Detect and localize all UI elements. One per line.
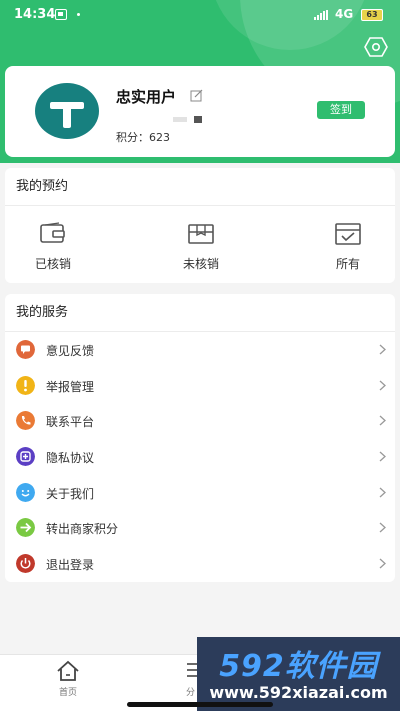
chevron-right-icon: [379, 344, 386, 355]
service-item-report[interactable]: 举报管理: [5, 368, 395, 404]
masked-text: [194, 116, 202, 123]
service-item-about[interactable]: 关于我们: [5, 475, 395, 511]
service-item-transfer-points[interactable]: 转出商家积分: [5, 510, 395, 546]
service-label: 举报管理: [46, 379, 95, 394]
tab-label: 分: [186, 688, 196, 698]
signin-button[interactable]: 签到: [317, 101, 365, 119]
signal-icon: [314, 10, 328, 20]
service-item-feedback[interactable]: 意见反馈: [5, 332, 395, 368]
service-item-logout[interactable]: 退出登录: [5, 546, 395, 582]
watermark-url: www.592xiazai.com: [209, 683, 388, 702]
masked-text: [173, 117, 187, 122]
wallet-icon: [40, 222, 65, 243]
transfer-icon: [16, 518, 35, 538]
chevron-right-icon: [379, 451, 386, 462]
chevron-right-icon: [379, 522, 386, 533]
username: 忠实用户: [116, 88, 177, 106]
booking-section: 我的预约 已核销 未核销 所有: [5, 168, 395, 283]
tab-home[interactable]: 首页: [51, 658, 85, 698]
points-label: 积分：: [116, 131, 149, 144]
booking-item-unredeemed[interactable]: 未核销: [161, 206, 241, 283]
service-label: 关于我们: [46, 486, 95, 501]
calendar-check-icon: [335, 223, 361, 245]
service-label: 隐私协议: [46, 451, 95, 466]
booking-title: 我的预约: [5, 168, 395, 206]
dot-icon: [77, 13, 80, 16]
edit-icon[interactable]: [190, 87, 203, 102]
booking-item-label: 已核销: [34, 257, 71, 271]
box-icon: [188, 224, 214, 244]
booking-item-label: 未核销: [182, 257, 219, 271]
battery-icon: 63: [361, 9, 383, 21]
smile-icon: [16, 482, 35, 502]
booking-item-all[interactable]: 所有: [308, 206, 388, 283]
phone-icon: [16, 411, 35, 431]
avatar[interactable]: [35, 83, 99, 139]
booking-grid: 已核销 未核销 所有: [5, 206, 395, 283]
service-item-contact[interactable]: 联系平台: [5, 403, 395, 439]
network-type: 4G: [335, 7, 354, 21]
tab-label: 首页: [58, 688, 77, 698]
service-label: 联系平台: [46, 415, 95, 430]
report-icon: [16, 375, 35, 395]
privacy-icon: [16, 447, 35, 467]
power-icon: [16, 554, 35, 574]
home-indicator: [127, 702, 273, 707]
points-text: 积分：623: [116, 129, 170, 145]
booking-item-redeemed[interactable]: 已核销: [13, 206, 93, 283]
services-title: 我的服务: [5, 294, 395, 332]
profile-card: 忠实用户 积分：623 签到: [5, 66, 395, 157]
watermark: 592软件园 www.592xiazai.com: [197, 637, 400, 711]
service-label: 意见反馈: [46, 344, 95, 358]
chevron-right-icon: [379, 415, 386, 426]
feedback-icon: [16, 340, 35, 359]
chevron-right-icon: [379, 558, 386, 569]
notification-icon: [55, 9, 67, 20]
service-label: 转出商家积分: [46, 522, 119, 537]
service-item-privacy[interactable]: 隐私协议: [5, 439, 395, 475]
chevron-right-icon: [379, 487, 386, 498]
status-bar: 14:34 4G 63: [0, 0, 400, 30]
chevron-right-icon: [379, 380, 386, 391]
watermark-brand: 592软件园: [219, 649, 378, 684]
services-section: 我的服务 意见反馈 举报管理 联系平台 隐私协议 关于我们 转出商家积分 退出登…: [5, 294, 395, 582]
points-value: 623: [149, 131, 170, 144]
settings-button[interactable]: [364, 36, 388, 58]
booking-item-label: 所有: [335, 257, 360, 271]
avatar-logo-icon: [35, 83, 99, 139]
status-time: 14:34: [14, 7, 56, 22]
home-icon: [57, 660, 79, 681]
settings-hex-icon: [364, 37, 388, 57]
service-label: 退出登录: [46, 558, 95, 573]
